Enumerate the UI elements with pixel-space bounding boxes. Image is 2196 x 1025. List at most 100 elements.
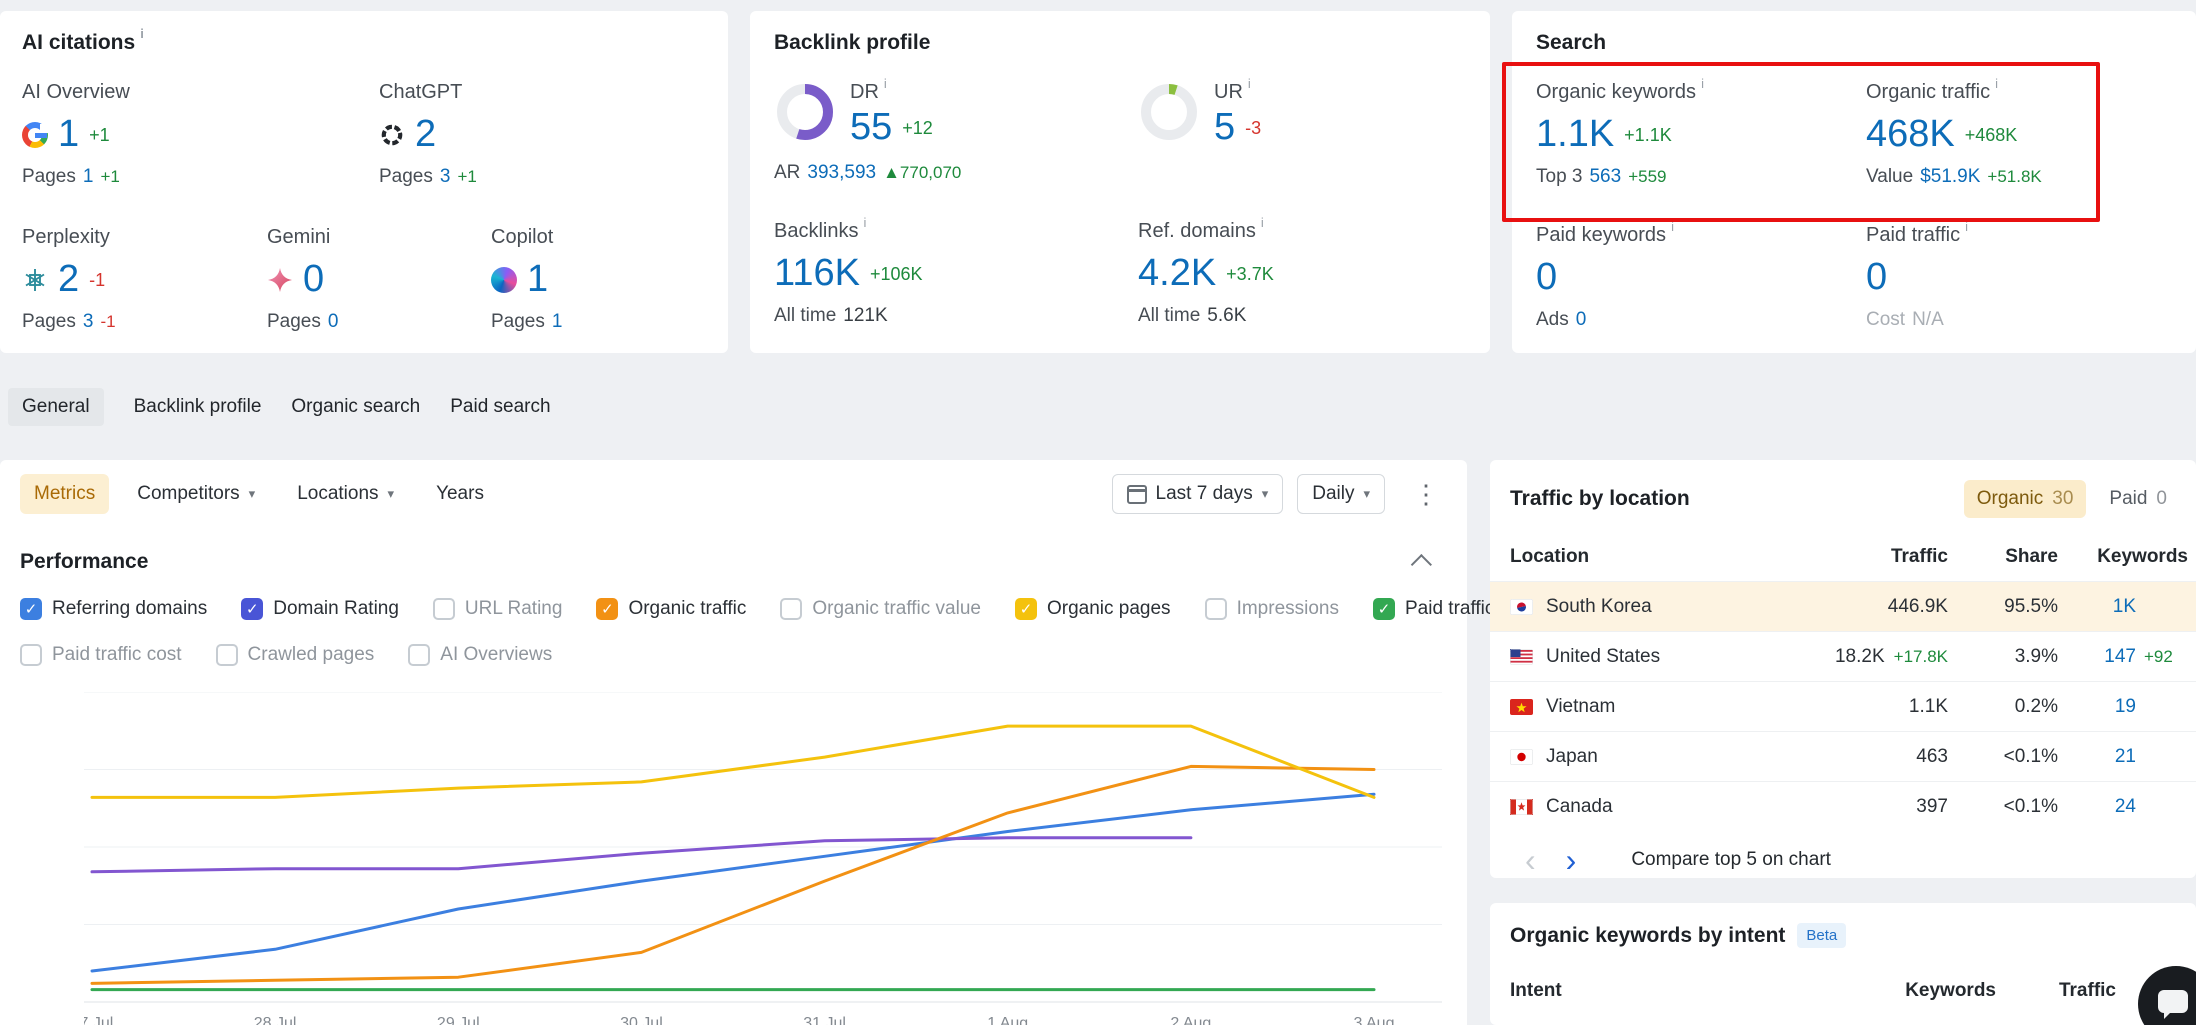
keywords-cell: 147+92 <box>2058 646 2188 668</box>
keywords-link[interactable]: 24 <box>2058 796 2136 818</box>
beta-badge: Beta <box>1797 923 1846 948</box>
svg-text:1 Aug: 1 Aug <box>987 1015 1028 1025</box>
ar-label: AR <box>774 162 800 184</box>
info-icon[interactable] <box>863 216 866 229</box>
checkbox-organic-traffic-value[interactable]: Organic traffic value <box>780 598 981 620</box>
metric-value[interactable]: 2 <box>415 115 436 155</box>
checkbox-ai-overviews[interactable]: AI Overviews <box>408 644 552 666</box>
checkbox-organic-pages[interactable]: ✓ Organic pages <box>1015 598 1171 620</box>
sub-value: N/A <box>1912 309 1944 331</box>
alltime-label: All time <box>774 305 836 327</box>
table-row: Canada397<0.1%24 <box>1490 781 2196 831</box>
metric-value[interactable]: 116K <box>774 254 860 294</box>
metric-value[interactable]: 0 <box>1536 258 1557 298</box>
kebab-menu-icon[interactable]: ⋮ <box>1405 481 1447 507</box>
toggle-organic[interactable]: Organic 30 <box>1964 480 2087 518</box>
checkbox-box[interactable] <box>780 598 802 620</box>
date-range-dropdown[interactable]: Last 7 days ▾ <box>1112 474 1284 514</box>
checkbox-label: Paid traffic <box>1405 598 1494 620</box>
checkbox-label: Domain Rating <box>273 598 399 620</box>
next-page-button[interactable]: › <box>1551 844 1592 876</box>
competitors-dropdown[interactable]: Competitors▾ <box>123 474 269 514</box>
checkbox-referring-domains[interactable]: ✓Referring domains <box>20 598 207 620</box>
toggle-paid[interactable]: Paid 0 <box>2096 480 2180 518</box>
pages-link[interactable]: 3 <box>83 311 94 333</box>
checkbox-crawled-pages[interactable]: Crawled pages <box>216 644 375 666</box>
granularity-dropdown[interactable]: Daily ▾ <box>1297 474 1385 514</box>
checkbox-organic-traffic[interactable]: ✓Organic traffic <box>596 598 746 620</box>
checkbox-paid-traffic-cost[interactable]: Paid traffic cost <box>20 644 182 666</box>
performance-card: Metrics Competitors▾ Locations▾ Years La… <box>0 460 1467 1025</box>
ar-link[interactable]: 393,593 <box>807 162 876 184</box>
checkbox-box[interactable]: ✓ <box>1373 598 1395 620</box>
metric-value[interactable]: 1.1K <box>1536 115 1614 155</box>
svg-text:31 Jul: 31 Jul <box>803 1015 846 1025</box>
traffic-cell: 18.2K+17.8K <box>1738 646 1948 668</box>
keywords-link[interactable]: 1K <box>2058 596 2136 618</box>
metric-value[interactable]: 1 <box>58 115 79 155</box>
pages-link[interactable]: 1 <box>83 166 94 188</box>
metric-copilot: Copilot 1 Pages 1 <box>491 226 706 333</box>
metric-value[interactable]: 468K <box>1866 115 1955 155</box>
location-name: United States <box>1546 646 1660 668</box>
info-icon[interactable] <box>884 77 887 90</box>
pages-link[interactable]: 1 <box>552 311 563 333</box>
traffic-cell: 1.1K <box>1738 696 1948 718</box>
compare-top5-link[interactable]: Compare top 5 on chart <box>1631 849 1831 871</box>
metric-value[interactable]: 55 <box>850 108 892 148</box>
info-icon[interactable] <box>1671 220 1674 233</box>
pages-link[interactable]: 3 <box>440 166 451 188</box>
tab-organic-search[interactable]: Organic search <box>291 388 420 426</box>
checkbox-box[interactable]: ✓ <box>20 598 42 620</box>
checkbox-domain-rating[interactable]: ✓ Domain Rating <box>241 598 399 620</box>
info-icon[interactable] <box>1995 77 1998 90</box>
checkbox-paid-traffic[interactable]: ✓ Paid traffic <box>1373 598 1494 620</box>
metric-value[interactable]: 0 <box>1866 258 1887 298</box>
collapse-chevron-icon[interactable] <box>1411 554 1432 575</box>
locations-dropdown[interactable]: Locations▾ <box>283 474 408 514</box>
checkbox-box[interactable] <box>1205 598 1227 620</box>
metric-value[interactable]: 0 <box>303 260 324 300</box>
years-button[interactable]: Years <box>422 474 498 514</box>
checkbox-box[interactable] <box>20 644 42 666</box>
prev-page-button[interactable]: ‹ <box>1510 844 1551 876</box>
info-icon[interactable] <box>1965 220 1968 233</box>
checkbox-label: Organic pages <box>1047 598 1171 620</box>
pages-delta: +1 <box>457 167 476 187</box>
checkbox-impressions[interactable]: Impressions <box>1205 598 1339 620</box>
checkbox-box[interactable]: ✓ <box>596 598 618 620</box>
pages-link[interactable]: 0 <box>328 311 339 333</box>
checkbox-box[interactable]: ✓ <box>1015 598 1037 620</box>
traffic-cell: 446.9K <box>1738 596 1948 618</box>
checkbox-box[interactable] <box>433 598 455 620</box>
keywords-link[interactable]: 147 <box>2058 646 2136 668</box>
info-icon[interactable] <box>1701 77 1704 90</box>
metrics-button[interactable]: Metrics <box>20 474 109 514</box>
metric-ai-overview: AI Overview 1 +1 Pages 1 +1 <box>22 81 379 188</box>
metric-value[interactable]: 4.2K <box>1138 254 1216 294</box>
tab-paid-search[interactable]: Paid search <box>450 388 550 426</box>
checkbox-box[interactable]: ✓ <box>241 598 263 620</box>
keywords-link[interactable]: 21 <box>2058 746 2136 768</box>
checkbox-label: Paid traffic cost <box>52 644 182 666</box>
checkbox-box[interactable] <box>408 644 430 666</box>
traffic-cell: 463 <box>1738 746 1948 768</box>
info-icon[interactable] <box>1248 77 1251 90</box>
share-cell: 3.9% <box>1948 646 2058 668</box>
metric-label: Copilot <box>491 226 706 249</box>
toggle-label: Paid <box>2109 488 2147 510</box>
tab-backlink-profile[interactable]: Backlink profile <box>134 388 262 426</box>
sub-link[interactable]: 0 <box>1576 309 1587 331</box>
metric-value[interactable]: 1 <box>527 260 548 300</box>
checkbox-box[interactable] <box>216 644 238 666</box>
keywords-link[interactable]: 19 <box>2058 696 2136 718</box>
metric-value[interactable]: 2 <box>58 260 79 300</box>
tab-general[interactable]: General <box>8 388 104 426</box>
info-icon[interactable] <box>1261 216 1264 229</box>
sub-link[interactable]: 563 <box>1589 166 1621 188</box>
info-icon[interactable] <box>140 27 144 40</box>
sub-link[interactable]: $51.9K <box>1920 166 1980 188</box>
metric-delta: -3 <box>1245 118 1261 139</box>
metric-paid-traffic: Paid traffic 0 Cost N/A <box>1866 224 2172 331</box>
checkbox-url-rating[interactable]: URL Rating <box>433 598 563 620</box>
